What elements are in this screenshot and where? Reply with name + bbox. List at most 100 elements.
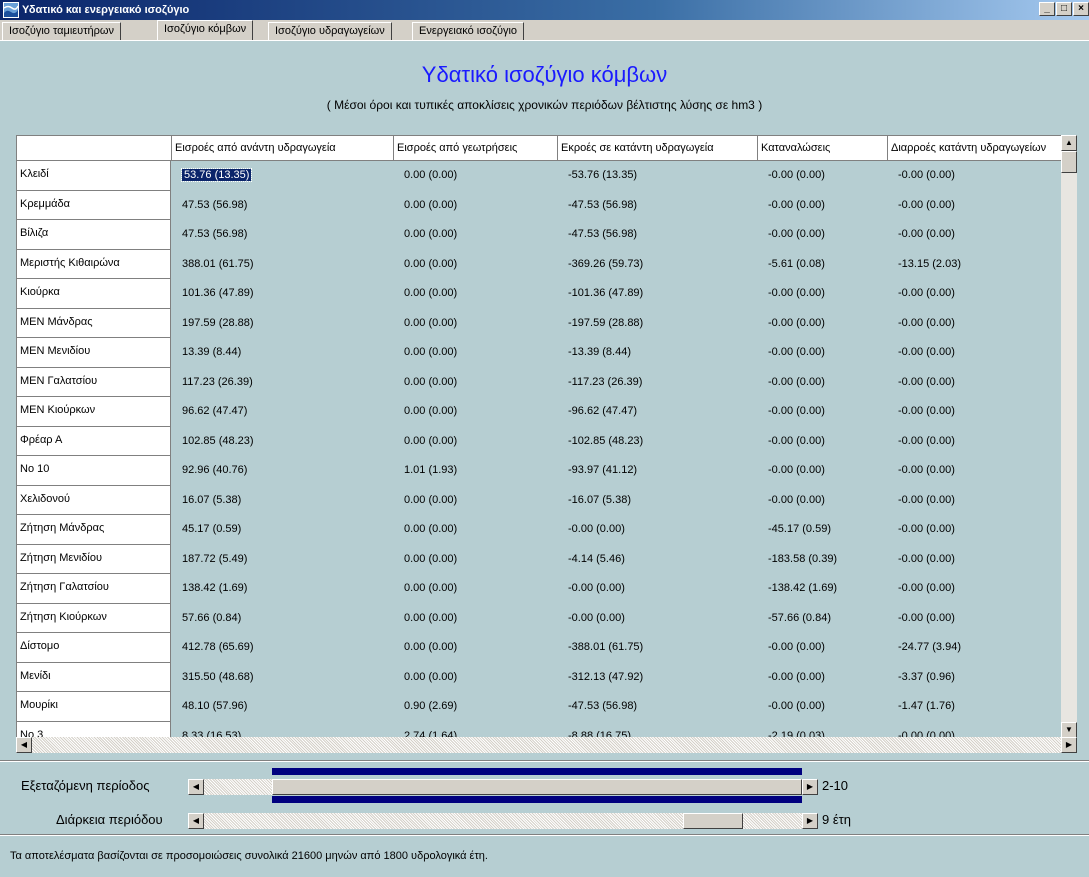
duration-slider[interactable]: ◀ ▶ — [188, 813, 818, 829]
table-cell[interactable]: 1.01 (1.93) — [394, 458, 558, 483]
table-cell[interactable]: 96.62 (47.47) — [172, 399, 394, 424]
table-cell[interactable]: 102.85 (48.23) — [172, 429, 394, 454]
period-right-arrow-icon[interactable]: ▶ — [802, 779, 818, 795]
table-cell[interactable]: -13.39 (8.44) — [558, 340, 758, 365]
row-header[interactable]: Κιούρκα — [17, 279, 171, 309]
row-header[interactable]: Ζήτηση Μενιδίου — [17, 544, 171, 574]
table-cell[interactable]: -0.00 (0.00) — [888, 547, 1076, 572]
table-cell[interactable]: 45.17 (0.59) — [172, 517, 394, 542]
row-header[interactable]: Δίστομο — [17, 633, 171, 663]
table-cell[interactable]: -0.00 (0.00) — [758, 429, 888, 454]
table-cell[interactable]: 187.72 (5.49) — [172, 547, 394, 572]
table-cell[interactable]: -369.26 (59.73) — [558, 252, 758, 277]
row-header[interactable]: Βίλιζα — [17, 220, 171, 250]
row-header[interactable]: Ζήτηση Γαλατσίου — [17, 574, 171, 604]
table-cell[interactable]: 0.00 (0.00) — [394, 429, 558, 454]
table-cell[interactable]: 0.00 (0.00) — [394, 517, 558, 542]
table-cell[interactable]: -45.17 (0.59) — [758, 517, 888, 542]
tab-nodes[interactable]: Ισοζύγιο κόμβων — [157, 20, 254, 40]
duration-left-arrow-icon[interactable]: ◀ — [188, 813, 204, 829]
table-cell[interactable]: -0.00 (0.00) — [888, 458, 1076, 483]
table-cell[interactable]: -0.00 (0.00) — [558, 517, 758, 542]
table-cell[interactable]: 0.00 (0.00) — [394, 340, 558, 365]
table-cell[interactable]: 53.76 (13.35) — [172, 163, 394, 188]
table-cell[interactable]: -13.15 (2.03) — [888, 252, 1076, 277]
table-cell[interactable]: -101.36 (47.89) — [558, 281, 758, 306]
table-cell[interactable]: -93.97 (41.12) — [558, 458, 758, 483]
table-cell[interactable]: 0.00 (0.00) — [394, 576, 558, 601]
table-cell[interactable]: -0.00 (0.00) — [888, 311, 1076, 336]
table-cell[interactable]: -0.00 (0.00) — [758, 340, 888, 365]
table-cell[interactable]: -0.00 (0.00) — [758, 193, 888, 218]
table-cell[interactable]: -102.85 (48.23) — [558, 429, 758, 454]
minimize-button[interactable]: _ — [1039, 2, 1055, 16]
table-cell[interactable]: -53.76 (13.35) — [558, 163, 758, 188]
table-cell[interactable]: -0.00 (0.00) — [888, 340, 1076, 365]
table-cell[interactable]: -57.66 (0.84) — [758, 606, 888, 631]
close-button[interactable]: × — [1073, 2, 1089, 16]
table-cell[interactable]: -3.37 (0.96) — [888, 665, 1076, 690]
tab-reservoirs[interactable]: Ισοζύγιο ταμιευτήρων — [2, 22, 122, 40]
duration-slider-thumb[interactable] — [683, 813, 743, 829]
column-header[interactable]: Εκροές σε κατάντη υδραγωγεία — [558, 136, 758, 161]
title-bar[interactable]: Υδατικό και ενεργειακό ισοζύγιο _ □ × — [0, 0, 1089, 20]
table-cell[interactable]: -0.00 (0.00) — [888, 193, 1076, 218]
row-header[interactable]: Φρέαρ Α — [17, 426, 171, 456]
table-cell[interactable]: -0.00 (0.00) — [888, 281, 1076, 306]
table-cell[interactable]: 412.78 (65.69) — [172, 635, 394, 660]
table-cell[interactable]: -0.00 (0.00) — [758, 370, 888, 395]
table-cell[interactable]: 0.00 (0.00) — [394, 635, 558, 660]
table-cell[interactable]: 92.96 (40.76) — [172, 458, 394, 483]
table-cell[interactable]: -0.00 (0.00) — [888, 517, 1076, 542]
table-cell[interactable]: 101.36 (47.89) — [172, 281, 394, 306]
maximize-button[interactable]: □ — [1056, 2, 1072, 16]
table-cell[interactable]: -0.00 (0.00) — [758, 458, 888, 483]
table-cell[interactable]: -0.00 (0.00) — [558, 606, 758, 631]
table-cell[interactable]: 16.07 (5.38) — [172, 488, 394, 513]
table-cell[interactable]: 138.42 (1.69) — [172, 576, 394, 601]
table-cell[interactable]: -138.42 (1.69) — [758, 576, 888, 601]
table-cell[interactable]: -47.53 (56.98) — [558, 222, 758, 247]
table-cell[interactable]: 0.00 (0.00) — [394, 399, 558, 424]
table-cell[interactable]: -47.53 (56.98) — [558, 193, 758, 218]
vertical-scroll-thumb[interactable] — [1061, 151, 1077, 173]
table-cell[interactable]: -4.14 (5.46) — [558, 547, 758, 572]
table-cell[interactable]: 0.90 (2.69) — [394, 694, 558, 719]
row-header[interactable]: Ζήτηση Κιούρκων — [17, 603, 171, 633]
table-cell[interactable]: 315.50 (48.68) — [172, 665, 394, 690]
duration-right-arrow-icon[interactable]: ▶ — [802, 813, 818, 829]
column-header[interactable]: Διαρροές κατάντη υδραγωγείων — [888, 136, 1076, 161]
row-header[interactable]: Ζήτηση Μάνδρας — [17, 515, 171, 545]
table-cell[interactable]: -0.00 (0.00) — [758, 488, 888, 513]
table-cell[interactable]: 388.01 (61.75) — [172, 252, 394, 277]
table-cell[interactable]: 0.00 (0.00) — [394, 665, 558, 690]
table-cell[interactable]: -0.00 (0.00) — [888, 488, 1076, 513]
row-header[interactable]: Μεριστής Κιθαιρώνα — [17, 249, 171, 279]
balance-table[interactable]: Εισροές από ανάντη υδραγωγεία Εισροές από… — [16, 135, 1077, 752]
table-cell[interactable]: -197.59 (28.88) — [558, 311, 758, 336]
table-cell[interactable]: 48.10 (57.96) — [172, 694, 394, 719]
table-cell[interactable]: -0.00 (0.00) — [888, 222, 1076, 247]
column-header[interactable]: Εισροές από γεωτρήσεις — [394, 136, 558, 161]
row-header[interactable]: Χελιδονού — [17, 485, 171, 515]
scroll-down-arrow-icon[interactable]: ▼ — [1061, 722, 1077, 738]
row-header[interactable]: Νο 10 — [17, 456, 171, 486]
table-cell[interactable]: -0.00 (0.00) — [888, 429, 1076, 454]
table-cell[interactable]: -1.47 (1.76) — [888, 694, 1076, 719]
table-cell[interactable]: -24.77 (3.94) — [888, 635, 1076, 660]
tab-energy[interactable]: Ενεργειακό ισοζύγιο — [412, 22, 525, 40]
scroll-right-arrow-icon[interactable]: ▶ — [1061, 737, 1077, 753]
table-cell[interactable]: -117.23 (26.39) — [558, 370, 758, 395]
table-cell[interactable]: 117.23 (26.39) — [172, 370, 394, 395]
row-header[interactable]: ΜΕΝ Κιούρκων — [17, 397, 171, 427]
table-cell[interactable]: -0.00 (0.00) — [758, 163, 888, 188]
table-cell[interactable]: 0.00 (0.00) — [394, 222, 558, 247]
row-header[interactable]: Κρεμμάδα — [17, 190, 171, 220]
table-cell[interactable]: -16.07 (5.38) — [558, 488, 758, 513]
table-cell[interactable]: 197.59 (28.88) — [172, 311, 394, 336]
row-header[interactable]: Κλειδί — [17, 161, 171, 191]
table-cell[interactable]: -0.00 (0.00) — [888, 399, 1076, 424]
row-header[interactable]: Μουρίκι — [17, 692, 171, 722]
table-cell[interactable]: 0.00 (0.00) — [394, 281, 558, 306]
table-cell[interactable]: 0.00 (0.00) — [394, 370, 558, 395]
